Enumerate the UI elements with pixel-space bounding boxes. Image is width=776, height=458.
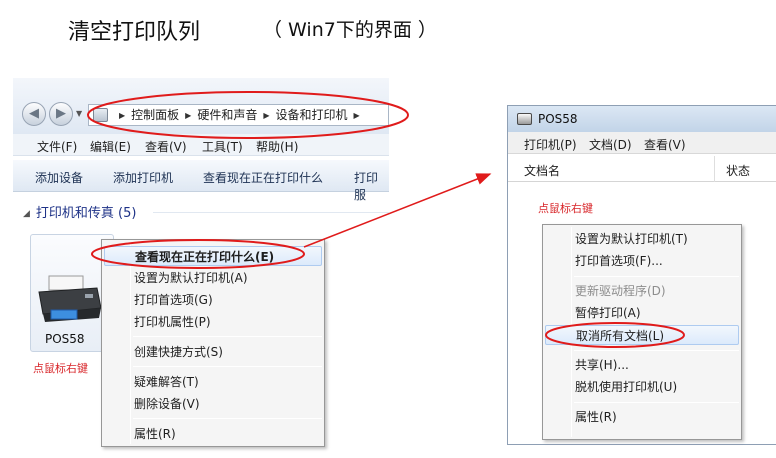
properties-item[interactable]: 属性(R) (545, 407, 739, 427)
page-subtitle: （ Win7下的界面 ） (263, 19, 437, 41)
menu-help[interactable]: 帮助(H) (256, 138, 298, 155)
recent-pages-chevron-icon[interactable]: ▼ (76, 109, 82, 118)
update-driver-item: 更新驱动程序(D) (575, 284, 666, 298)
breadcrumb-separator-icon[interactable]: ▶ (257, 111, 275, 120)
control-panel-icon (93, 108, 108, 122)
menu-document[interactable]: 文档(D) (589, 136, 632, 153)
printer-icon (517, 113, 532, 125)
menu-separator (574, 350, 739, 351)
sharing-item[interactable]: 共享(H)... (545, 355, 739, 375)
menu-separator (133, 418, 322, 419)
breadcrumb-separator-icon[interactable]: ▶ (179, 111, 197, 120)
cancel-all-documents-item[interactable]: 取消所有文档(L) (545, 325, 739, 345)
page-title: 清空打印队列 (68, 20, 201, 45)
printer-properties-item[interactable]: 打印机属性(P) (104, 312, 322, 332)
set-default-printer-item[interactable]: 设置为默认打印机(T) (545, 229, 739, 249)
queue-column-headers: 文档名 状态 (508, 156, 776, 182)
collapse-triangle-icon[interactable]: ◢ (23, 209, 30, 219)
printing-preferences-item[interactable]: 打印首选项(F)... (545, 251, 739, 271)
print-server-button[interactable]: 打印服 (354, 169, 389, 203)
back-arrow-icon[interactable]: ◀ (22, 102, 46, 126)
device-context-menu: 查看现在正在打印什么(E) 设置为默认打印机(A) 打印首选项(G) 打印机属性… (101, 239, 325, 447)
see-whats-printing-button[interactable]: 查看现在正在打印什么 (203, 169, 323, 186)
printers-group-label: 打印机和传真 (5) (35, 206, 137, 221)
explorer-menu-bar: 文件(F) 编辑(E) 查看(V) 工具(T) 帮助(H) (13, 134, 389, 156)
menu-view[interactable]: 查看(V) (644, 136, 686, 153)
right-click-note-left: 点鼠标右键 (33, 362, 88, 375)
column-document-name[interactable]: 文档名 (524, 162, 560, 179)
menu-file[interactable]: 文件(F) (37, 138, 77, 155)
use-printer-offline-item[interactable]: 脱机使用打印机(U) (545, 377, 739, 397)
breadcrumb-item[interactable]: 硬件和声音 (197, 108, 257, 122)
add-printer-button[interactable]: 添加打印机 (113, 169, 173, 186)
address-bar-area: ◀ ▶ ▼ ▶ 控制面板 ▶ 硬件和声音 ▶ 设备和打印机 ▶ (13, 78, 389, 134)
properties-item[interactable]: 属性(R) (104, 424, 322, 444)
breadcrumb-item[interactable]: 控制面板 (131, 108, 179, 122)
printers-group-header[interactable]: ◢ 打印机和传真 (5) (23, 202, 136, 221)
breadcrumb-separator-icon[interactable]: ▶ (113, 111, 131, 120)
see-whats-printing-item[interactable]: 查看现在正在打印什么(E) (104, 246, 322, 266)
column-status[interactable]: 状态 (726, 162, 750, 179)
address-field[interactable]: ▶ 控制面板 ▶ 硬件和声音 ▶ 设备和打印机 ▶ (88, 104, 389, 126)
device-name-label: POS58 (45, 332, 85, 346)
queue-title-bar: POS58 (508, 106, 776, 132)
forward-arrow-icon[interactable]: ▶ (49, 102, 73, 126)
column-divider[interactable] (714, 156, 715, 182)
printing-preferences-item[interactable]: 打印首选项(G) (104, 290, 322, 310)
menu-tools[interactable]: 工具(T) (202, 138, 243, 155)
menu-separator (574, 276, 739, 277)
remove-device-item[interactable]: 删除设备(V) (104, 394, 322, 414)
printer-icon (38, 275, 102, 322)
breadcrumb: ▶ 控制面板 ▶ 硬件和声音 ▶ 设备和打印机 ▶ (113, 107, 366, 124)
explorer-command-bar: 添加设备 添加打印机 查看现在正在打印什么 打印服 (13, 160, 389, 202)
printer-menu-dropdown: 设置为默认打印机(T) 打印首选项(F)... 更新驱动程序(D) 暂停打印(A… (542, 224, 742, 440)
menu-edit[interactable]: 编辑(E) (90, 138, 131, 155)
breadcrumb-item[interactable]: 设备和打印机 (276, 108, 348, 122)
queue-menu-bar: 打印机(P) 文档(D) 查看(V) (508, 132, 776, 154)
add-device-button[interactable]: 添加设备 (35, 169, 83, 186)
group-divider (153, 212, 389, 213)
queue-window-title: POS58 (538, 112, 578, 126)
troubleshoot-item[interactable]: 疑难解答(T) (104, 372, 322, 392)
menu-separator (133, 336, 322, 337)
create-shortcut-item[interactable]: 创建快捷方式(S) (104, 342, 322, 362)
menu-view[interactable]: 查看(V) (145, 138, 187, 155)
menu-printer[interactable]: 打印机(P) (524, 136, 577, 153)
menu-separator (133, 366, 322, 367)
set-default-printer-item[interactable]: 设置为默认打印机(A) (104, 268, 322, 288)
menu-separator (574, 402, 739, 403)
breadcrumb-separator-icon[interactable]: ▶ (348, 111, 366, 120)
pause-printing-item[interactable]: 暂停打印(A) (545, 303, 739, 323)
right-click-note-right: 点鼠标右键 (538, 202, 593, 215)
